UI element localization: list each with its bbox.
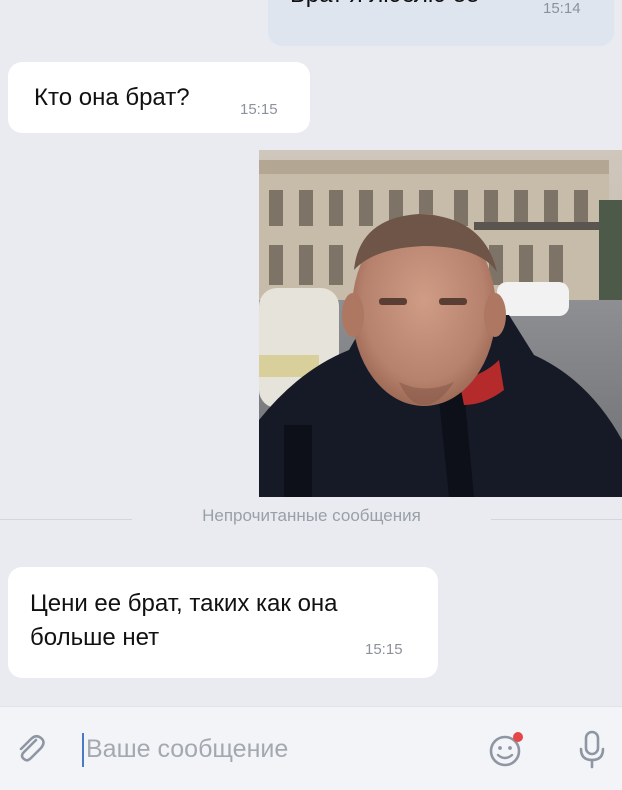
message-time: 15:14	[543, 0, 581, 17]
message-incoming[interactable]: Цени ее брат, таких как она больше нет 1…	[8, 567, 438, 678]
photo-attachment[interactable]	[259, 150, 622, 497]
divider-line	[0, 519, 132, 520]
notification-dot	[513, 732, 523, 742]
emoji-icon[interactable]	[486, 729, 526, 769]
message-text: Кто она брат?	[34, 84, 190, 111]
message-time: 15:15	[365, 641, 403, 658]
message-text: Брат я люблю ее	[290, 0, 479, 12]
unread-divider-label: Непрочитанные сообщения	[202, 506, 421, 525]
message-time: 15:15	[240, 101, 278, 118]
message-composer	[0, 706, 622, 790]
microphone-icon[interactable]	[574, 727, 610, 771]
text-caret	[82, 733, 84, 767]
message-input[interactable]	[86, 725, 466, 773]
paperclip-icon[interactable]	[12, 731, 48, 767]
message-incoming[interactable]: Кто она брат? 15:15	[8, 62, 310, 133]
divider-line	[491, 519, 622, 520]
selfie-photo	[259, 150, 622, 497]
message-text: Цени ее брат, таких как она больше нет	[30, 590, 338, 651]
message-outgoing[interactable]: Брат я люблю ее 15:14	[268, 0, 614, 46]
